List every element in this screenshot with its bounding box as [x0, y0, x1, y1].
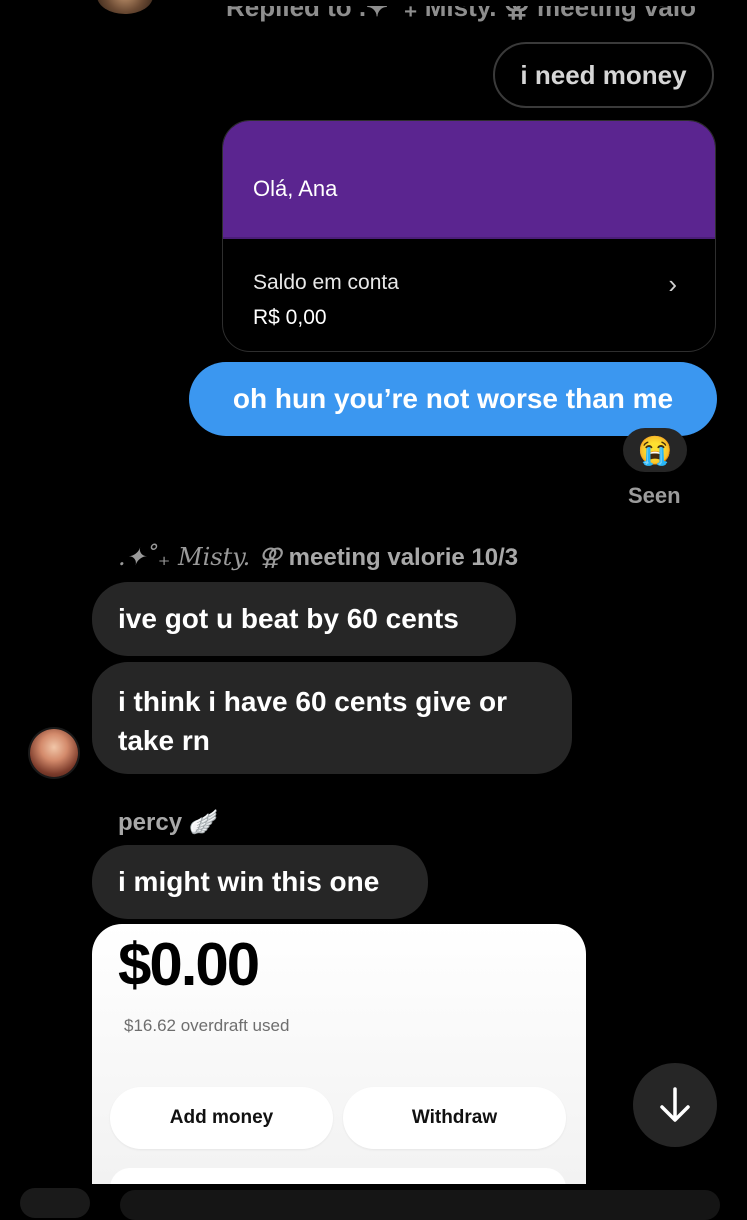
sender-name-misty: .✦˚₊ Misty. ⚢ meeting valorie 10/3 [118, 543, 518, 572]
replied-to-label: Replied to .✦ ˚₊ Misty. ⚢ meeting valo..… [226, 6, 696, 22]
message-text: i think i have 60 cents give or take rn [118, 686, 508, 756]
sender-name-deco: .✦˚₊ Misty. ⚢ [118, 543, 282, 571]
message-text: ive got u beat by 60 cents [118, 603, 459, 634]
cash-overdraft-text: $16.62 overdraft used [124, 1016, 290, 1035]
scroll-to-bottom-button[interactable] [633, 1063, 717, 1147]
arrow-down-icon [660, 1087, 690, 1122]
seen-status: Seen [628, 483, 681, 508]
cash-balance-amount: $0.00 [118, 931, 260, 998]
add-money-button: Add money [110, 1087, 333, 1149]
message-i-need-money[interactable]: i need money [493, 42, 714, 108]
message-text: i might win this one [118, 866, 380, 897]
message-incoming-3[interactable]: i might win this one [92, 845, 428, 919]
avatar[interactable] [30, 729, 78, 777]
reaction-crying-emoji[interactable]: 😭 [623, 428, 687, 472]
bank-greeting: Olá, Ana [253, 176, 338, 201]
sender-avatar-top [97, 0, 153, 14]
composer-input[interactable] [120, 1190, 720, 1220]
bank-balance-label: Saldo em conta [253, 271, 399, 294]
shared-bank-screenshot[interactable]: Olá, Ana Saldo em conta R$ 0,00 › [222, 120, 716, 352]
chevron-right-icon: › [668, 269, 677, 299]
message-incoming-2[interactable]: i think i have 60 cents give or take rn [92, 662, 572, 774]
message-incoming-1[interactable]: ive got u beat by 60 cents [92, 582, 516, 656]
message-outgoing-blue[interactable]: oh hun you’re not worse than me [189, 362, 717, 436]
shared-cash-app-screenshot[interactable]: $0.00 $16.62 overdraft used Add money Wi… [92, 924, 586, 1184]
bank-balance-value: R$ 0,00 [253, 306, 327, 329]
withdraw-button: Withdraw [343, 1087, 566, 1149]
cash-card-next-row [110, 1168, 566, 1184]
sender-name-percy: percy 🪽 [118, 809, 219, 836]
composer-camera-button[interactable] [20, 1188, 90, 1218]
sender-name-status: meeting valorie 10/3 [288, 544, 519, 571]
